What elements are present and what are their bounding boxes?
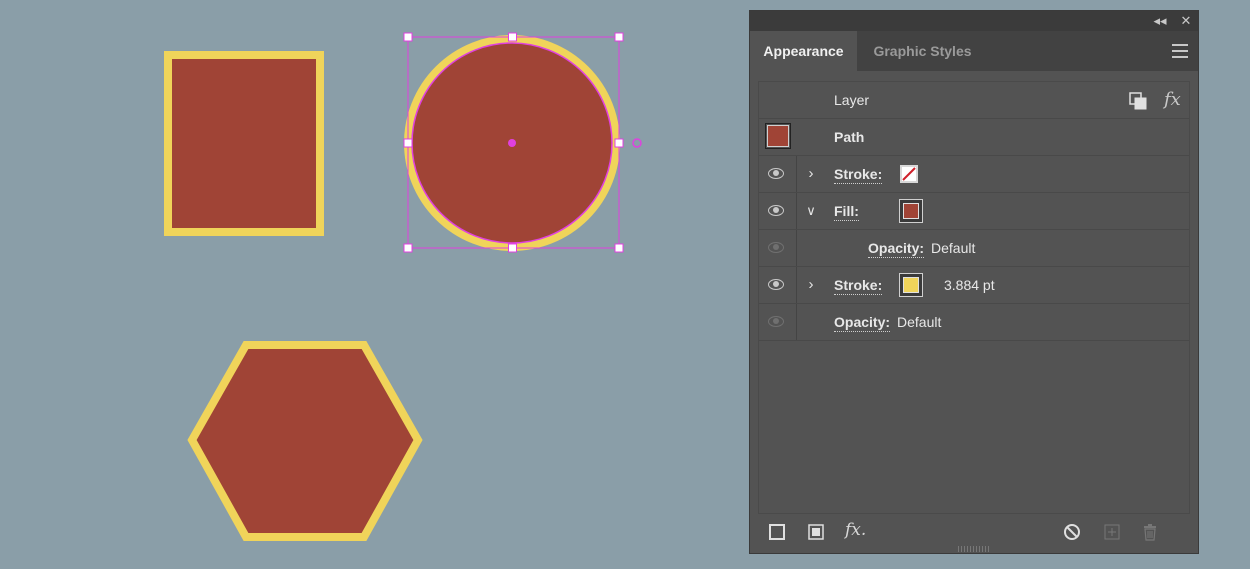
visibility-eye-icon[interactable] (768, 242, 784, 253)
fill-opacity-row[interactable]: Opacity: Default (759, 230, 1189, 267)
collapse-icon[interactable]: ◂◂ (1152, 13, 1168, 29)
path-row[interactable]: Path (759, 119, 1189, 156)
artboard-canvas[interactable] (0, 0, 748, 569)
panel-tabbar: Appearance Graphic Styles (750, 31, 1198, 71)
handle-top-middle[interactable] (508, 32, 517, 42)
layer-stack-icon[interactable] (1129, 92, 1147, 110)
appearance-attribute-list: Layer fx Path › Stroke: ∨ Fill: Opacity:… (758, 81, 1190, 514)
opacity-value: Default (897, 314, 942, 330)
handle-middle-right[interactable] (614, 138, 624, 148)
stroke-color-swatch[interactable] (899, 273, 923, 297)
opacity-label-link[interactable]: Opacity: (834, 314, 891, 332)
handle-top-left[interactable] (403, 32, 413, 42)
chevron-down-icon[interactable]: ∨ (802, 201, 820, 221)
visibility-column (759, 304, 797, 340)
appearance-panel: ◂◂ ✕ Appearance Graphic Styles Layer fx … (749, 10, 1199, 554)
visibility-eye-icon[interactable] (768, 279, 784, 290)
visibility-eye-icon[interactable] (768, 205, 784, 216)
add-new-stroke-icon[interactable] (768, 523, 786, 541)
visibility-eye-icon[interactable] (768, 168, 784, 179)
no-color-slash-icon (902, 167, 916, 181)
add-new-fill-icon[interactable] (807, 523, 825, 541)
path-label: Path (834, 129, 865, 145)
rectangle-shape[interactable] (164, 51, 324, 236)
handle-bottom-right[interactable] (614, 243, 624, 253)
delete-item-icon[interactable] (1141, 523, 1159, 541)
close-icon[interactable]: ✕ (1178, 13, 1194, 29)
center-point (508, 139, 516, 147)
stroke-label-link[interactable]: Stroke: (834, 277, 883, 295)
fx-icon[interactable]: fx (1164, 89, 1181, 110)
layer-row[interactable]: Layer fx (759, 82, 1189, 119)
visibility-eye-icon[interactable] (768, 316, 784, 327)
handle-top-right[interactable] (614, 32, 624, 42)
stroke-weight-value[interactable]: 3.884 pt (944, 277, 995, 293)
stroke-label-link[interactable]: Stroke: (834, 166, 883, 184)
live-shape-widget[interactable] (632, 138, 642, 148)
visibility-column (759, 267, 797, 303)
fill-label-link[interactable]: Fill: (834, 203, 859, 221)
fill-color-swatch[interactable] (899, 199, 923, 223)
handle-bottom-middle[interactable] (508, 243, 517, 253)
opacity-label-link[interactable]: Opacity: (868, 240, 925, 258)
duplicate-item-icon[interactable] (1103, 523, 1121, 541)
chevron-right-icon[interactable]: › (802, 275, 820, 295)
opacity-value: Default (931, 240, 976, 256)
stroke-none-swatch[interactable] (900, 165, 918, 183)
stroke-row-2[interactable]: › Stroke: 3.884 pt (759, 267, 1189, 304)
handle-middle-left[interactable] (403, 138, 413, 148)
path-thumbnail (765, 123, 791, 149)
visibility-column (759, 156, 797, 192)
chevron-right-icon[interactable]: › (802, 164, 820, 184)
tab-appearance[interactable]: Appearance (750, 31, 857, 71)
add-new-effect-icon[interactable]: fx. (845, 520, 871, 540)
panel-bottom-toolbar: fx. (750, 516, 1198, 546)
panel-titlebar[interactable]: ◂◂ ✕ (750, 11, 1198, 31)
resize-grip[interactable] (958, 546, 990, 552)
layer-label: Layer (834, 92, 870, 108)
object-opacity-row[interactable]: Opacity: Default (759, 304, 1189, 341)
panel-menu-icon[interactable] (1172, 44, 1188, 58)
hexagon-shape[interactable] (187, 341, 423, 541)
visibility-column (759, 230, 797, 266)
tab-graphic-styles[interactable]: Graphic Styles (860, 31, 985, 71)
fill-row[interactable]: ∨ Fill: (759, 193, 1189, 230)
stroke-row-1[interactable]: › Stroke: (759, 156, 1189, 193)
clear-appearance-icon[interactable] (1063, 523, 1081, 541)
handle-bottom-left[interactable] (403, 243, 413, 253)
visibility-column (759, 193, 797, 229)
